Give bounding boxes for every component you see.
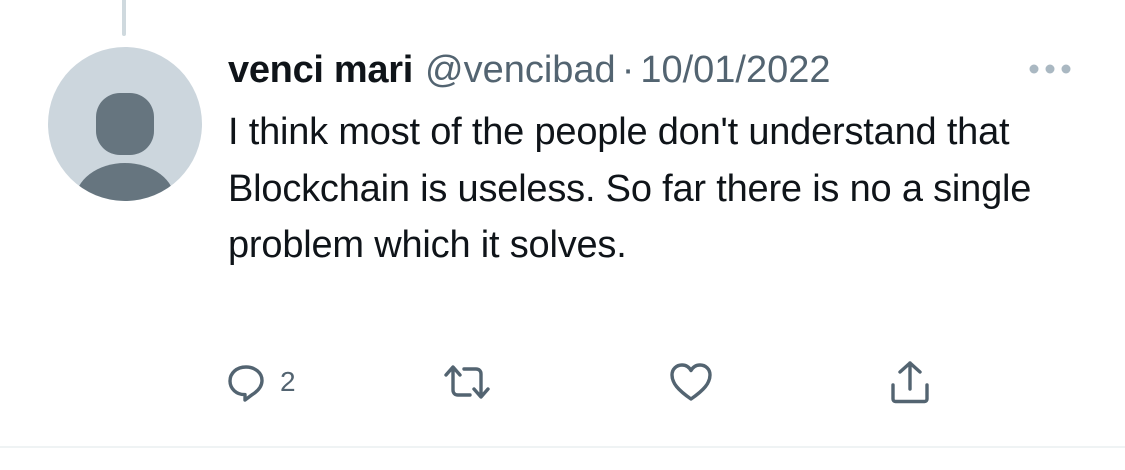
thread-connector-line (122, 0, 126, 36)
tweet-text: I think most of the people don't underst… (228, 111, 1032, 266)
more-options-button[interactable] (1022, 52, 1078, 86)
reply-count: 2 (280, 366, 296, 397)
avatar[interactable] (48, 47, 202, 201)
tweet-actions: 2 (226, 356, 946, 408)
default-profile-icon (75, 93, 175, 201)
retweet-button[interactable] (442, 356, 492, 408)
retweet-icon (444, 365, 490, 399)
share-button[interactable] (888, 356, 932, 408)
display-name[interactable]: venci mari (228, 44, 413, 96)
reply-button[interactable]: 2 (226, 356, 296, 408)
user-handle[interactable]: @vencibad (425, 44, 616, 96)
reply-icon (228, 365, 264, 402)
tweet-divider (0, 446, 1125, 448)
heart-icon (670, 363, 712, 401)
like-button[interactable] (668, 356, 714, 408)
more-icon (1029, 64, 1071, 74)
tweet-date[interactable]: 10/01/2022 (640, 44, 830, 96)
share-icon (891, 361, 929, 404)
tweet-header: venci mari @vencibad · 10/01/2022 (228, 44, 831, 96)
separator-dot: · (621, 49, 635, 91)
